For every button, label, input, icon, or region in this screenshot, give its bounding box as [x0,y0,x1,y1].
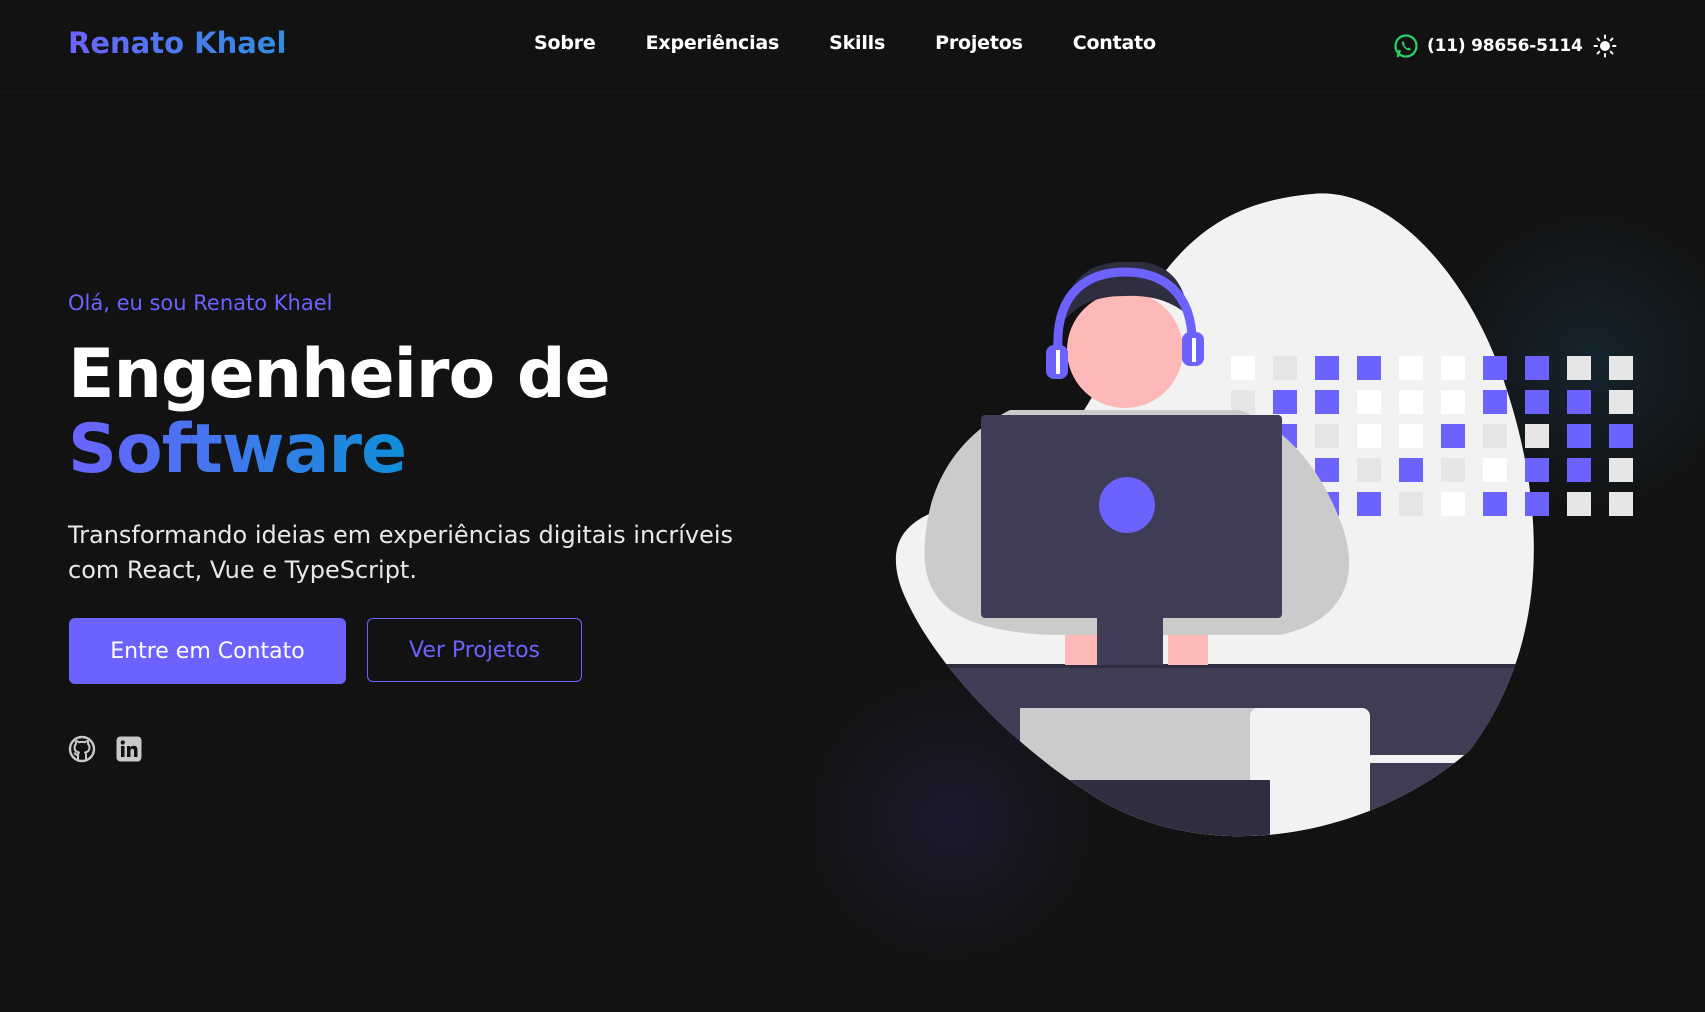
linkedin-icon [116,736,142,762]
right-hand [1168,635,1208,665]
theme-toggle-button[interactable] [1592,33,1618,59]
hero-title-highlight: Software [68,410,407,489]
nav-item-skills[interactable]: Skills [829,32,885,54]
github-link[interactable] [68,735,96,763]
nav-item-contato[interactable]: Contato [1073,32,1156,54]
contact-button[interactable]: Entre em Contato [69,618,346,684]
site-header: Renato Khael Sobre Experiências Skills P… [0,0,1705,93]
phone-number: (11) 98656-5114 [1427,36,1583,56]
sun-icon [1593,34,1617,58]
whatsapp-icon [1394,34,1418,58]
hero-description: Transformando ideias em experiências dig… [68,521,734,584]
nav-item-projetos[interactable]: Projetos [935,32,1023,54]
nav-item-sobre[interactable]: Sobre [534,32,596,54]
main-nav: Sobre Experiências Skills Projetos Conta… [534,32,1206,54]
developer-illustration [895,193,1633,837]
view-projects-button[interactable]: Ver Projetos [367,618,582,682]
linkedin-link[interactable] [115,735,143,763]
whatsapp-contact-link[interactable]: (11) 98656-5114 [1393,33,1583,59]
laptop-logo [1099,477,1155,533]
left-hand [1065,635,1097,665]
person-head [1067,292,1183,408]
nav-item-experiencias[interactable]: Experiências [646,32,780,54]
logo[interactable]: Renato Khael [68,26,286,60]
github-icon [68,735,96,763]
hero-title: Engenheiro de [68,335,611,414]
hero-greeting: Olá, eu sou Renato Khael [68,291,333,315]
